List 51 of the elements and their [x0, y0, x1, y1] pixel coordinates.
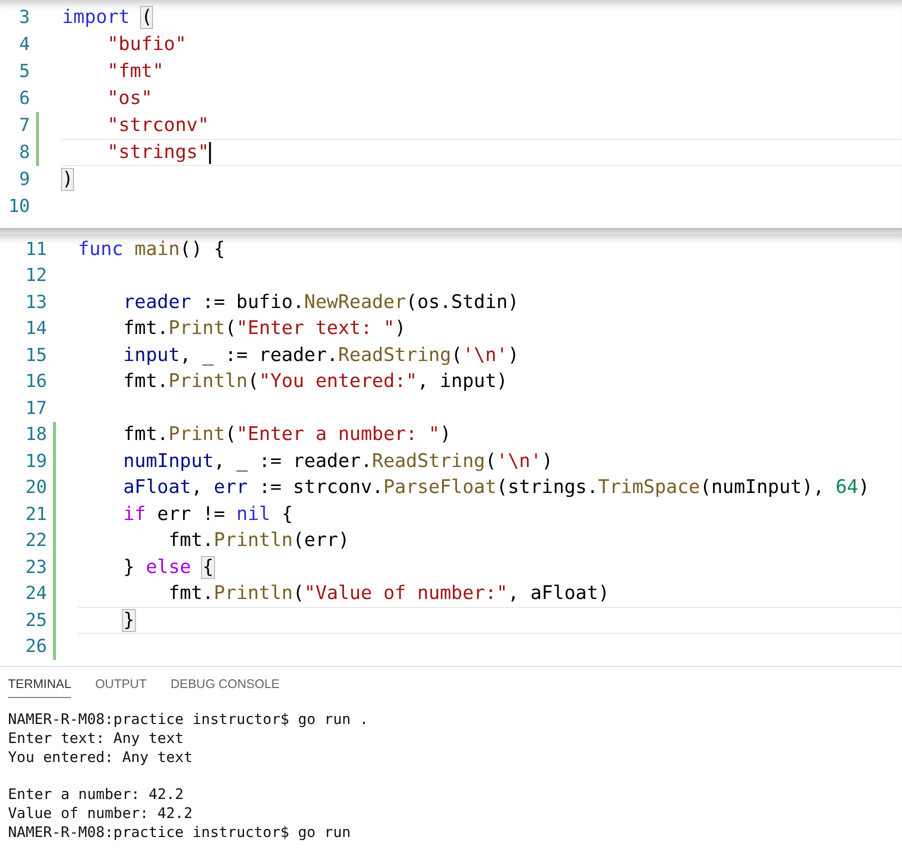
panel-tab[interactable]: TERMINAL	[8, 675, 72, 698]
line-number: 25	[24, 610, 47, 631]
line-number: 8	[18, 142, 30, 163]
code-line: func main() {	[78, 238, 226, 260]
code-line: import (	[62, 7, 152, 28]
line-number: 23	[24, 556, 47, 578]
code-line: if err != nil {	[122, 504, 293, 525]
line-number: 14	[24, 318, 47, 340]
code-line: } else {	[122, 556, 214, 578]
terminal-line: Enter a number: 42.2	[8, 785, 185, 804]
code-line: "strconv"	[106, 115, 209, 136]
code-line: numInput, _ := reader.ReadString('\n')	[122, 450, 553, 472]
line-number: 11	[24, 238, 47, 260]
line-number: 19	[24, 450, 47, 472]
line-number: 15	[24, 344, 47, 366]
line-number: 5	[18, 61, 30, 82]
terminal-line: NAMER-R-M08:practice instructor$ go run	[8, 823, 352, 842]
line-number: 10	[7, 196, 30, 217]
code-line: "fmt"	[106, 61, 164, 82]
line-number: 4	[18, 34, 30, 55]
code-line: input, _ := reader.ReadString('\n')	[122, 344, 520, 366]
line-number: 6	[18, 88, 30, 109]
panel-tab[interactable]: OUTPUT	[95, 675, 147, 698]
line-number: 24	[24, 583, 47, 604]
code-line: fmt.Println(err)	[167, 530, 350, 552]
line-number: 13	[24, 292, 47, 313]
line-number: 17	[24, 398, 47, 419]
line-number: 20	[24, 477, 47, 498]
line-number: 9	[18, 169, 30, 190]
code-line: fmt.Println("Value of number:", aFloat)	[167, 583, 610, 604]
line-number: 18	[24, 424, 47, 446]
terminal-line: Enter text: Any text	[8, 729, 185, 748]
code-line: "bufio"	[106, 34, 186, 55]
terminal-line: You entered: Any text	[8, 748, 194, 767]
terminal-line: NAMER-R-M08:practice instructor$ go run .	[8, 710, 370, 729]
line-number: 26	[24, 636, 47, 658]
terminal-line: Value of number: 42.2	[8, 804, 194, 823]
code-line: fmt.Print("Enter text: ")	[122, 318, 406, 340]
line-number: 12	[24, 265, 47, 286]
line-number: 16	[24, 371, 47, 392]
line-number: 21	[24, 504, 47, 525]
line-number: 7	[18, 115, 30, 136]
code-line: reader := bufio.NewReader(os.Stdin)	[122, 292, 519, 313]
code-line: fmt.Print("Enter a number: ")	[122, 424, 452, 446]
code-line: "strings"	[106, 142, 209, 163]
code-line: fmt.Println("You entered:", input)	[122, 371, 508, 392]
code-line: "os"	[106, 88, 152, 109]
code-line: aFloat, err := strconv.ParseFloat(strings.TrimSpace(numInput), 64)	[122, 477, 870, 498]
line-number: 22	[24, 530, 47, 552]
line-number: 3	[18, 7, 30, 28]
panel-tab[interactable]: DEBUG CONSOLE	[170, 675, 280, 698]
